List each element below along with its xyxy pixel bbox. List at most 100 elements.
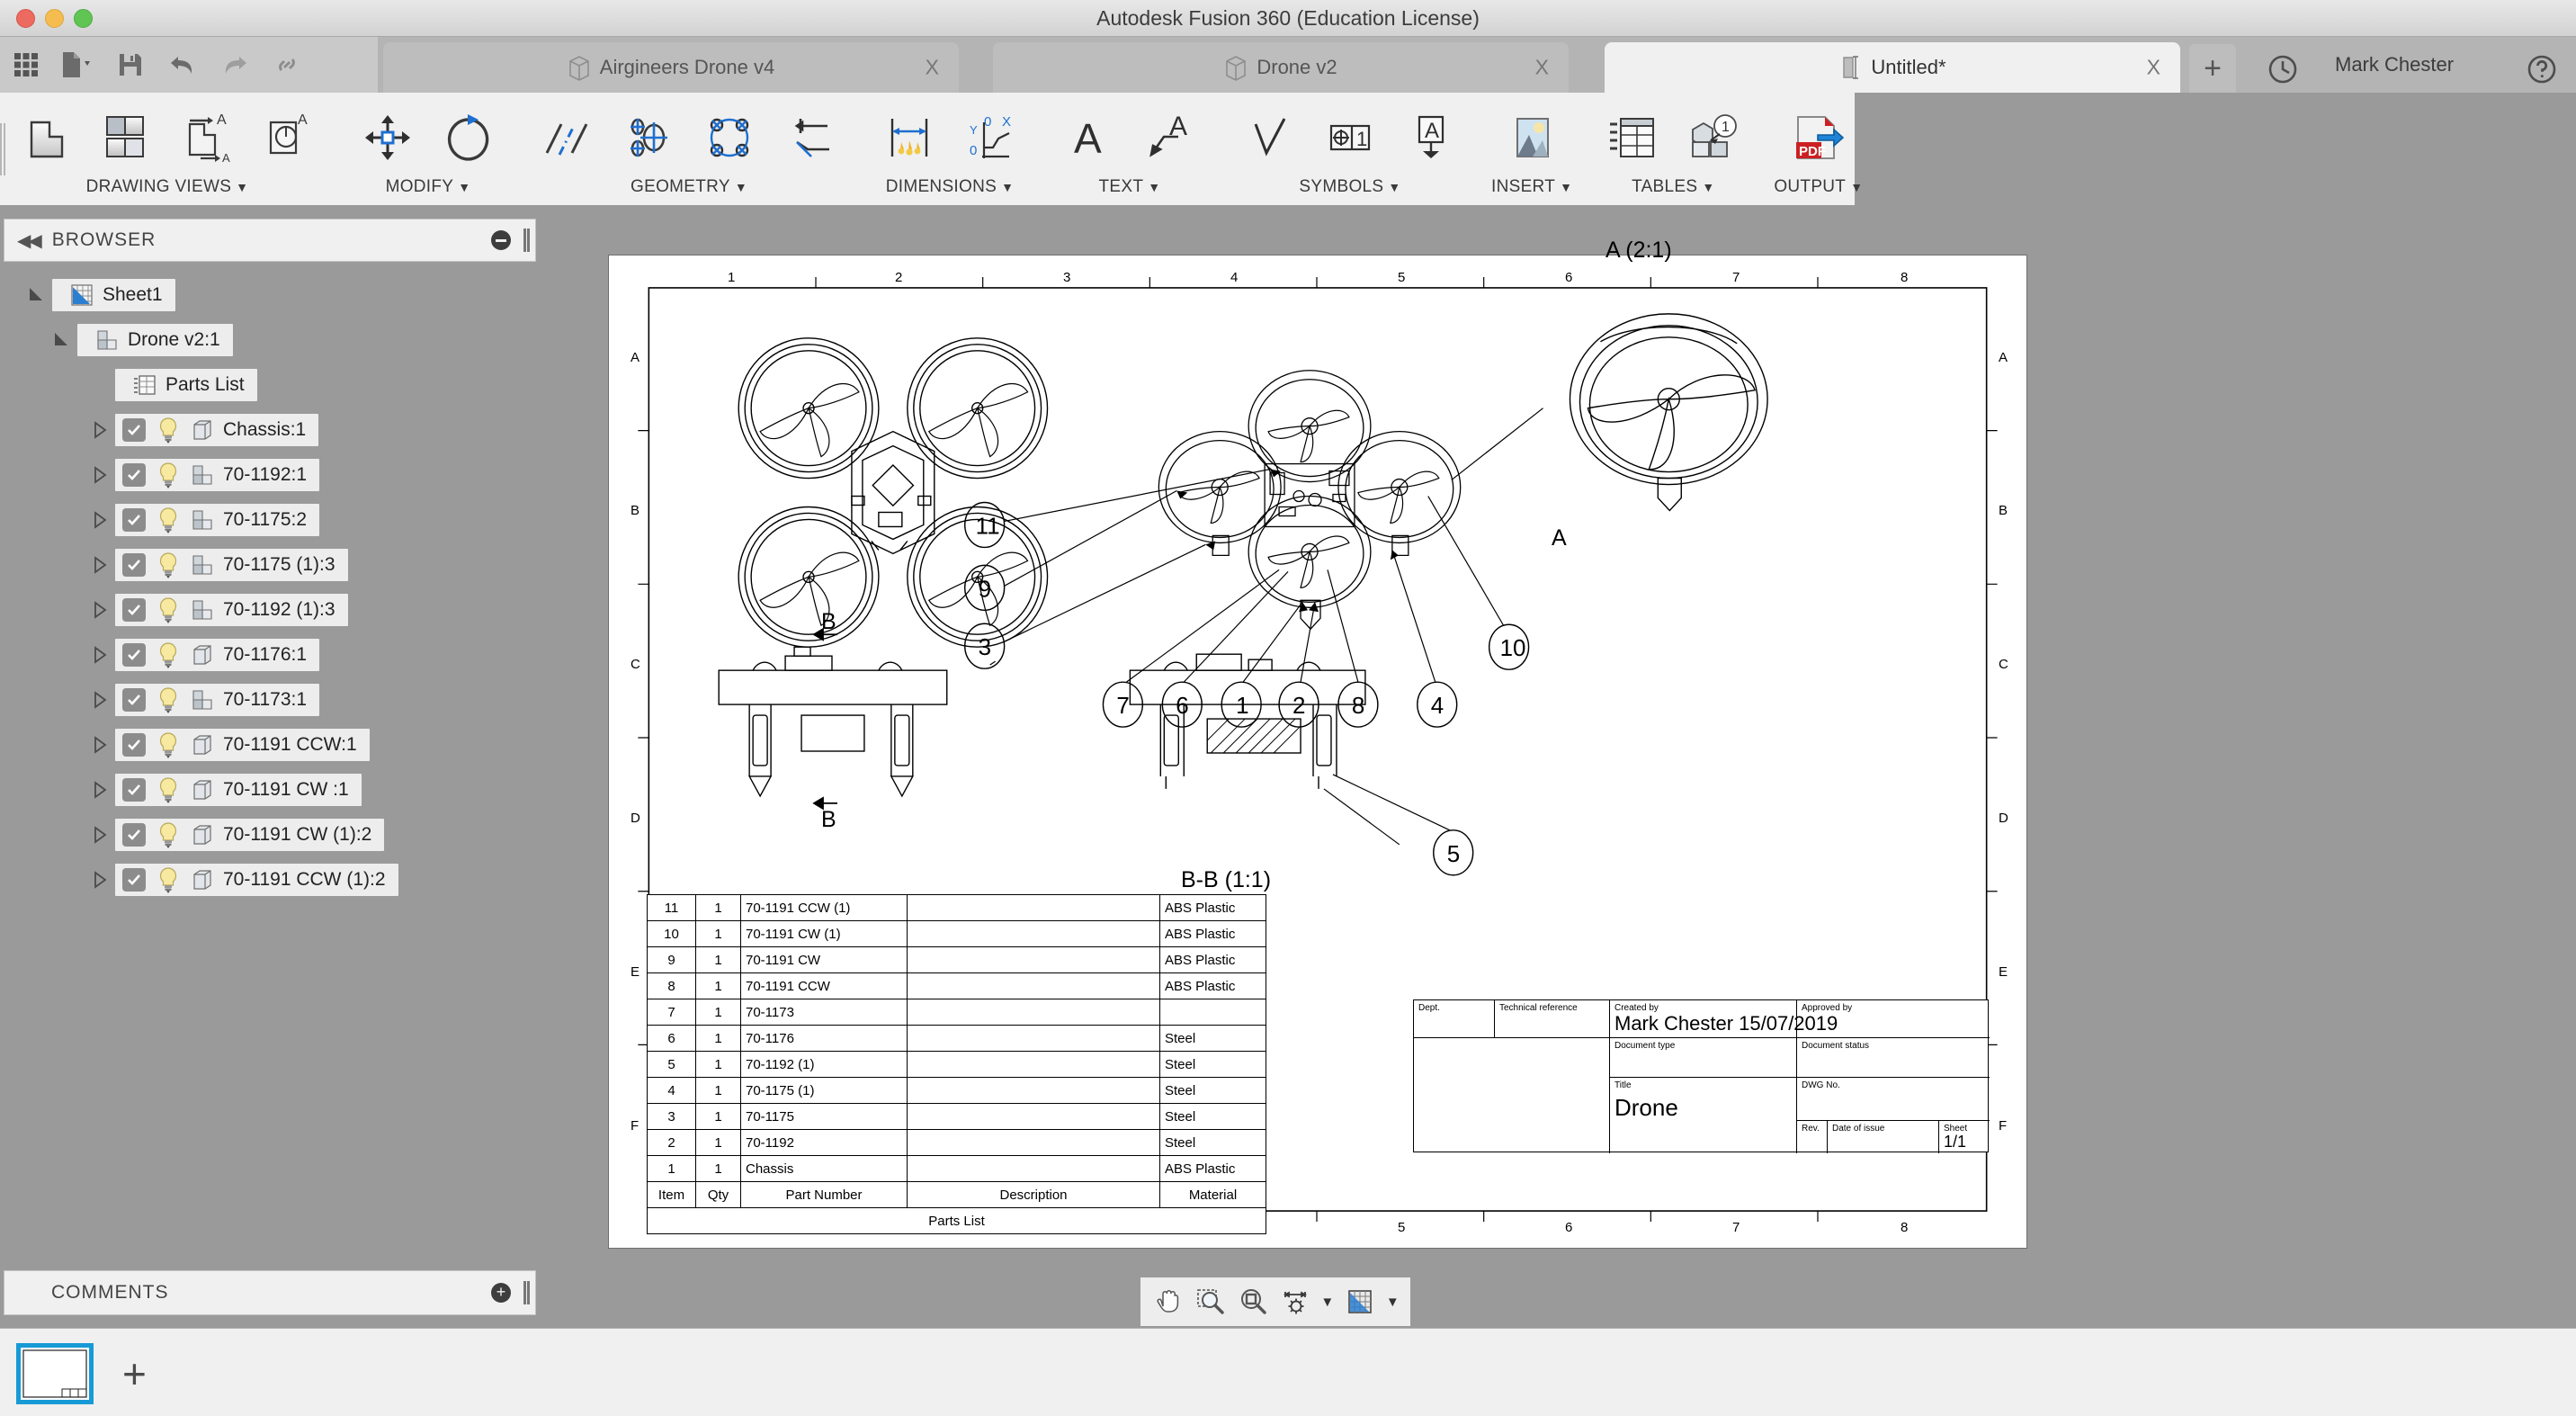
visibility-checkbox[interactable]	[122, 463, 146, 487]
minimize-browser-icon[interactable]	[491, 230, 511, 250]
link-icon[interactable]	[261, 37, 313, 93]
ribbon-panel-label[interactable]: DRAWING VIEWS ▼	[86, 177, 249, 205]
title-block[interactable]: Dept. Technical reference Created by Mar…	[1413, 999, 1990, 1153]
resize-grip[interactable]	[523, 1281, 526, 1304]
browser-tree-item[interactable]: 70-1173:1	[0, 677, 543, 722]
browser-item-pill[interactable]: 70-1191 CW :1	[115, 774, 362, 806]
ribbon-panel-label[interactable]: MODIFY ▼	[386, 177, 471, 205]
tb-dwgno-cell[interactable]: DWG No.	[1797, 1078, 1990, 1121]
expand-arrow-closed-icon[interactable]	[90, 555, 110, 575]
close-tab-icon[interactable]: X	[926, 56, 939, 80]
light-bulb-icon[interactable]	[157, 462, 180, 488]
section-view-icon[interactable]: A A	[169, 104, 246, 171]
parts-list-row[interactable]: 6 1 70-1176 Steel	[647, 1025, 1266, 1052]
balloon-icon[interactable]: 1	[1675, 104, 1752, 171]
projected-view-icon[interactable]	[88, 104, 165, 171]
visibility-checkbox[interactable]	[122, 688, 146, 712]
expand-arrow-closed-icon[interactable]	[90, 645, 110, 665]
light-bulb-icon[interactable]	[157, 506, 180, 533]
expand-arrow-open-icon[interactable]	[27, 285, 47, 305]
visibility-checkbox[interactable]	[122, 778, 146, 802]
zoom-window-icon[interactable]	[1190, 1279, 1230, 1324]
tb-dateissue-cell[interactable]: Date of issue	[1828, 1121, 1939, 1153]
browser-item-pill[interactable]: 70-1191 CCW:1	[115, 729, 370, 761]
drawing-canvas[interactable]: 11 9 3 7 6 1 2 8 4 10 5 1 2 3 4 5 6 7 8 …	[543, 210, 2576, 1328]
detail-view-label[interactable]: A (2:1)	[1606, 237, 1672, 264]
center-mark-icon[interactable]	[610, 104, 687, 171]
browser-item-pill[interactable]: 70-1192 (1):3	[115, 594, 348, 626]
light-bulb-icon[interactable]	[157, 551, 180, 578]
parts-list-row[interactable]: 1 1 Chassis ABS Plastic	[647, 1155, 1266, 1182]
surface-texture-icon[interactable]	[1230, 104, 1308, 171]
tb-techref-cell[interactable]: Technical reference	[1495, 1000, 1610, 1038]
document-tab-airgineers-drone-v4[interactable]: Airgineers Drone v4 X	[383, 42, 959, 93]
detail-marker-label[interactable]: A	[1552, 525, 1567, 551]
parts-list-row[interactable]: 8 1 70-1191 CCW ABS Plastic	[647, 972, 1266, 999]
section-view-label[interactable]: B-B (1:1)	[1181, 867, 1271, 893]
tb-dept-cell[interactable]: Dept.	[1414, 1000, 1495, 1038]
dimension-icon[interactable]	[871, 104, 948, 171]
centerline-icon[interactable]	[529, 104, 606, 171]
visibility-checkbox[interactable]	[122, 598, 146, 622]
expand-arrow-open-icon[interactable]	[52, 330, 72, 350]
parts-list-table[interactable]: 11 1 70-1191 CCW (1) ABS Plastic 10 1 70-1191 …	[647, 894, 1266, 1234]
tb-created-cell[interactable]: Created by Mark Chester 15/07/2019	[1610, 1000, 1838, 1038]
close-tab-icon[interactable]: X	[2147, 56, 2160, 80]
expand-arrow-closed-icon[interactable]	[90, 600, 110, 620]
undo-icon[interactable]	[157, 37, 209, 93]
light-bulb-icon[interactable]	[157, 596, 180, 623]
parts-list-row[interactable]: 9 1 70-1191 CW ABS Plastic	[647, 946, 1266, 973]
export-pdf-icon[interactable]: PDF	[1780, 104, 1857, 171]
light-bulb-icon[interactable]	[157, 776, 180, 803]
tb-doctype-cell[interactable]: Document type	[1610, 1038, 1797, 1078]
base-view-icon[interactable]	[7, 104, 85, 171]
pan-icon[interactable]	[1148, 1279, 1188, 1324]
move-icon[interactable]	[349, 104, 426, 171]
browser-tree-item[interactable]: 70-1175:2	[0, 497, 543, 542]
document-tab-untitled[interactable]: Untitled* X	[1605, 42, 2180, 93]
grid-snaps-icon[interactable]	[1340, 1279, 1381, 1324]
new-tab-button[interactable]: +	[2189, 44, 2236, 93]
browser-item-pill[interactable]: 70-1176:1	[115, 639, 320, 671]
redo-icon[interactable]	[209, 37, 261, 93]
save-icon[interactable]	[104, 37, 157, 93]
light-bulb-icon[interactable]	[157, 866, 180, 893]
leader-text-icon[interactable]: A	[1131, 104, 1209, 171]
app-grid-icon[interactable]	[0, 37, 52, 93]
feature-control-frame-icon[interactable]: 1	[1311, 104, 1389, 171]
light-bulb-icon[interactable]	[157, 731, 180, 758]
browser-item-pill[interactable]: 70-1192:1	[115, 459, 320, 491]
ribbon-panel-label[interactable]: SYMBOLS ▼	[1299, 177, 1400, 205]
visibility-checkbox[interactable]	[122, 868, 146, 892]
edge-extension-icon[interactable]	[772, 104, 849, 171]
tb-rev-cell[interactable]: Rev.	[1797, 1121, 1828, 1153]
drawing-sheet[interactable]: 11 9 3 7 6 1 2 8 4 10 5 1 2 3 4 5 6 7 8 …	[608, 237, 2027, 1249]
parts-list-row[interactable]: 11 1 70-1191 CCW (1) ABS Plastic	[647, 894, 1266, 921]
parts-list-row[interactable]: 2 1 70-1192 Steel	[647, 1129, 1266, 1156]
account-name[interactable]: Mark Chester	[2335, 37, 2454, 93]
ribbon-panel-label[interactable]: TABLES ▼	[1632, 177, 1714, 205]
tb-blank-cell[interactable]	[1414, 1038, 1610, 1153]
light-bulb-icon[interactable]	[157, 821, 180, 848]
browser-tree-item[interactable]: Drone v2:1	[0, 318, 543, 363]
help-icon[interactable]	[2524, 51, 2560, 87]
display-settings-chevron-down-icon[interactable]: ▼	[1317, 1295, 1337, 1310]
visibility-checkbox[interactable]	[122, 733, 146, 757]
expand-arrow-closed-icon[interactable]	[90, 420, 110, 440]
browser-tree-item[interactable]: Sheet1	[0, 273, 543, 318]
tb-docstatus-cell[interactable]: Document status	[1797, 1038, 1990, 1078]
browser-item-pill[interactable]: 70-1175 (1):3	[115, 549, 348, 581]
grid-snaps-chevron-down-icon[interactable]: ▼	[1382, 1295, 1403, 1310]
browser-tree-item[interactable]: Parts List	[0, 363, 543, 408]
browser-tree-item[interactable]: 70-1191 CW :1	[0, 767, 543, 812]
expand-arrow-closed-icon[interactable]	[90, 780, 110, 800]
visibility-checkbox[interactable]	[122, 508, 146, 532]
expand-arrow-closed-icon[interactable]	[90, 870, 110, 890]
browser-item-pill[interactable]: 70-1175:2	[115, 504, 320, 536]
browser-tree-item[interactable]: 70-1191 CCW:1	[0, 722, 543, 767]
expand-arrow-closed-icon[interactable]	[90, 735, 110, 755]
parts-list-row[interactable]: 10 1 70-1191 CW (1) ABS Plastic	[647, 920, 1266, 947]
browser-item-pill[interactable]: 70-1173:1	[115, 684, 320, 716]
ribbon-panel-label[interactable]: TEXT ▼	[1099, 177, 1161, 205]
parts-list-row[interactable]: 7 1 70-1173	[647, 999, 1266, 1026]
